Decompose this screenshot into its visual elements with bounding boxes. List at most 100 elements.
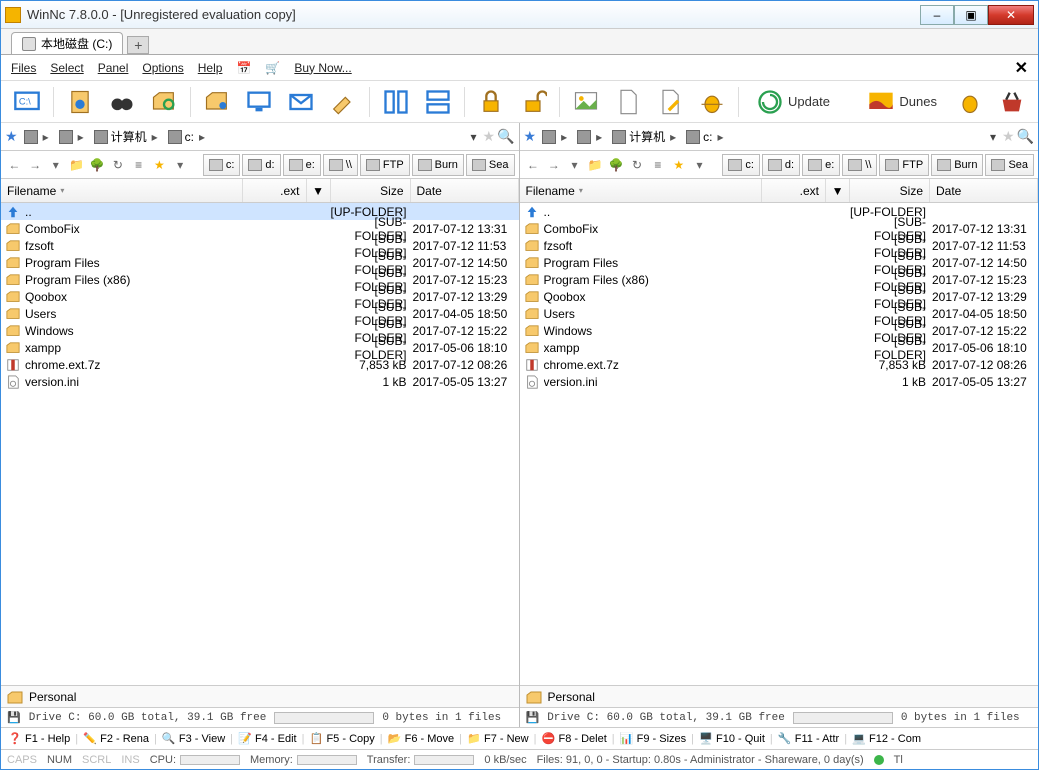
menu-close-button[interactable]: ✕ (1015, 58, 1028, 78)
breadcrumb[interactable]: ▸ (538, 130, 571, 144)
image-icon[interactable] (568, 85, 604, 119)
clipboard-icon[interactable] (62, 85, 98, 119)
drive-button[interactable]: d: (242, 154, 280, 176)
file-row[interactable]: fzsoft[SUB-FOLDER]2017-07-12 11:53 (520, 237, 1039, 254)
folder-share-icon[interactable] (199, 85, 235, 119)
split-vertical-icon[interactable] (420, 85, 456, 119)
split-horizontal-icon[interactable] (378, 85, 414, 119)
breadcrumb[interactable]: ▸ (20, 130, 53, 144)
chevron-right-icon[interactable]: ▸ (670, 130, 676, 144)
drive-button[interactable]: d: (762, 154, 800, 176)
personal-bar[interactable]: Personal (520, 685, 1039, 707)
breadcrumb[interactable]: 计算机▸ (90, 128, 162, 145)
header-ext-filter[interactable]: ▼ (826, 179, 850, 202)
menu-files[interactable]: Files (11, 61, 36, 75)
up-folder-row[interactable]: ..[UP-FOLDER] (520, 203, 1039, 220)
nav-button[interactable]: ← (5, 155, 24, 175)
fkey-button[interactable]: 📁F7 - New (464, 732, 532, 746)
search-icon[interactable]: 🔍 (1017, 128, 1034, 145)
list-icon[interactable]: ≡ (648, 155, 667, 175)
file-row[interactable]: Program Files (x86)[SUB-FOLDER]2017-07-1… (1, 271, 519, 288)
drive-button[interactable]: Sea (466, 154, 515, 176)
refresh-icon[interactable]: ↻ (628, 155, 647, 175)
file-row[interactable]: fzsoft[SUB-FOLDER]2017-07-12 11:53 (1, 237, 519, 254)
breadcrumb[interactable]: c:▸ (164, 130, 209, 144)
header-ext[interactable]: .ext (243, 179, 307, 202)
file-row[interactable]: ComboFix[SUB-FOLDER]2017-07-12 13:31 (520, 220, 1039, 237)
fkey-button[interactable]: 💻F12 - Com (849, 732, 924, 746)
header-filename[interactable]: Filename▾ (520, 179, 763, 202)
lock-closed-icon[interactable] (473, 85, 509, 119)
header-date[interactable]: Date (411, 179, 519, 202)
path-dropdown[interactable]: ▾ (466, 130, 480, 144)
fkey-button[interactable]: 📋F5 - Copy (306, 732, 377, 746)
file-row[interactable]: version.ini1 kB2017-05-05 13:27 (1, 373, 519, 390)
update-button[interactable]: Update (747, 85, 839, 119)
dunes-button[interactable]: Dunes (858, 85, 946, 119)
nav-button[interactable]: → (26, 155, 45, 175)
drive-button[interactable]: FTP (879, 154, 929, 176)
drive-button[interactable]: Sea (985, 154, 1034, 176)
bug2-icon[interactable] (952, 85, 988, 119)
chevron-right-icon[interactable]: ▸ (718, 130, 724, 144)
binoculars-icon[interactable] (104, 85, 140, 119)
fkey-button[interactable]: ✏️F2 - Rena (80, 732, 152, 746)
monitor-icon[interactable] (241, 85, 277, 119)
header-date[interactable]: Date (930, 179, 1038, 202)
close-button[interactable]: ✕ (988, 5, 1034, 25)
fkey-button[interactable]: ⛔F8 - Delet (538, 732, 609, 746)
file-row[interactable]: xampp[SUB-FOLDER]2017-05-06 18:10 (520, 339, 1039, 356)
file-row[interactable]: Program Files (x86)[SUB-FOLDER]2017-07-1… (520, 271, 1039, 288)
star-icon[interactable]: ★ (150, 155, 169, 175)
list-icon[interactable]: ≡ (129, 155, 148, 175)
folder-up-icon[interactable]: 📁 (586, 155, 605, 175)
chevron-right-icon[interactable]: ▸ (43, 130, 49, 144)
add-tab-button[interactable]: + (127, 36, 149, 54)
menu-panel[interactable]: Panel (98, 61, 129, 75)
header-ext-filter[interactable]: ▼ (307, 179, 331, 202)
menu-select[interactable]: Select (50, 61, 83, 75)
chevron-right-icon[interactable]: ▸ (596, 130, 602, 144)
header-size[interactable]: Size (850, 179, 930, 202)
path-dropdown[interactable]: ▾ (986, 130, 1000, 144)
nav-button[interactable]: ▾ (565, 155, 584, 175)
file-row[interactable]: version.ini1 kB2017-05-05 13:27 (520, 373, 1039, 390)
fkey-button[interactable]: 📊F9 - Sizes (617, 732, 690, 746)
chevron-right-icon[interactable]: ▸ (561, 130, 567, 144)
file-row[interactable]: Windows[SUB-FOLDER]2017-07-12 15:22 (520, 322, 1039, 339)
file-row[interactable]: Users[SUB-FOLDER]2017-04-05 18:50 (1, 305, 519, 322)
personal-bar[interactable]: Personal (1, 685, 519, 707)
fkey-button[interactable]: 🔍F3 - View (159, 732, 228, 746)
drive-button[interactable]: c: (722, 154, 760, 176)
drive-button[interactable]: Burn (412, 154, 464, 176)
file-row[interactable]: chrome.ext.7z7,853 kB2017-07-12 08:26 (1, 356, 519, 373)
fkey-button[interactable]: 📂F6 - Move (385, 732, 458, 746)
drive-button[interactable]: \\ (842, 154, 877, 176)
file-row[interactable]: Qoobox[SUB-FOLDER]2017-07-12 13:29 (520, 288, 1039, 305)
tools-icon[interactable] (325, 85, 361, 119)
drive-button[interactable]: e: (802, 154, 840, 176)
fkey-button[interactable]: 🖥️F10 - Quit (696, 732, 768, 746)
lock-open-icon[interactable] (515, 85, 551, 119)
chevron-right-icon[interactable]: ▸ (199, 130, 205, 144)
tab-drive-c[interactable]: 本地磁盘 (C:) (11, 32, 123, 54)
document-icon[interactable] (610, 85, 646, 119)
bookmark-star-icon[interactable]: ★ (483, 128, 496, 145)
fkey-button[interactable]: ❓F1 - Help (5, 732, 73, 746)
file-row[interactable]: Program Files[SUB-FOLDER]2017-07-12 14:5… (520, 254, 1039, 271)
basket-icon[interactable] (994, 85, 1030, 119)
nav-button[interactable]: → (544, 155, 563, 175)
folder-sync-icon[interactable] (146, 85, 182, 119)
drive-button[interactable]: FTP (360, 154, 410, 176)
menu-options[interactable]: Options (142, 61, 183, 75)
header-filename[interactable]: Filename▾ (1, 179, 243, 202)
folder-tree-icon[interactable]: 🌳 (607, 155, 626, 175)
file-row[interactable]: Users[SUB-FOLDER]2017-04-05 18:50 (520, 305, 1039, 322)
favorite-star-icon[interactable]: ★ (524, 128, 537, 145)
file-row[interactable]: Windows[SUB-FOLDER]2017-07-12 15:22 (1, 322, 519, 339)
edit-document-icon[interactable] (652, 85, 688, 119)
maximize-button[interactable]: ▣ (954, 5, 988, 25)
folder-up-icon[interactable]: 📁 (67, 155, 86, 175)
nav-button[interactable]: ← (524, 155, 543, 175)
file-row[interactable]: Program Files[SUB-FOLDER]2017-07-12 14:5… (1, 254, 519, 271)
